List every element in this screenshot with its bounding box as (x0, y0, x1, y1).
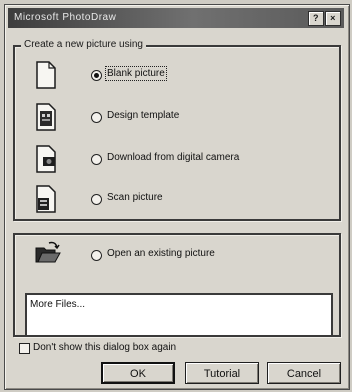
ok-button[interactable]: OK (101, 362, 175, 384)
new-picture-dialog: Microsoft PhotoDraw ? × Create a new pic… (4, 4, 350, 390)
label-open-existing: Open an existing picture (107, 248, 215, 259)
option-open-existing[interactable]: Open an existing picture (35, 241, 325, 271)
help-button[interactable]: ? (308, 11, 324, 26)
tutorial-button[interactable]: Tutorial (185, 362, 259, 384)
list-item-more-files[interactable]: More Files... (30, 299, 85, 310)
open-picture-group: Open an existing picture More Files... (13, 233, 341, 337)
label-scan-picture: Scan picture (107, 192, 163, 203)
radio-scan-picture[interactable] (91, 194, 102, 205)
open-folder-icon (35, 241, 61, 263)
blank-page-icon (36, 61, 56, 89)
dont-show-label: Don't show this dialog box again (33, 342, 177, 353)
cancel-button[interactable]: Cancel (267, 362, 341, 384)
scan-page-icon (36, 185, 56, 213)
label-blank-picture: Blank picture (105, 66, 167, 81)
window-title: Microsoft PhotoDraw (14, 12, 117, 23)
label-design-template: Design template (107, 110, 180, 121)
title-bar[interactable]: Microsoft PhotoDraw ? × (8, 8, 344, 28)
option-blank-picture[interactable]: Blank picture (35, 61, 325, 91)
radio-open-existing[interactable] (91, 250, 102, 261)
label-digital-camera: Download from digital camera (107, 152, 240, 163)
camera-page-icon (36, 145, 56, 173)
option-design-template[interactable]: Design template (35, 103, 325, 133)
option-digital-camera[interactable]: Download from digital camera (35, 145, 325, 175)
radio-digital-camera[interactable] (91, 154, 102, 165)
option-scan-picture[interactable]: Scan picture (35, 185, 325, 215)
create-group-label: Create a new picture using (21, 39, 146, 50)
create-picture-group: Create a new picture using Blank picture… (13, 39, 341, 221)
dont-show-checkbox[interactable] (19, 343, 30, 354)
radio-blank-picture[interactable] (91, 70, 102, 81)
design-template-icon (36, 103, 56, 131)
radio-design-template[interactable] (91, 112, 102, 123)
close-button[interactable]: × (325, 11, 341, 26)
recent-files-list[interactable]: More Files... (25, 293, 333, 337)
